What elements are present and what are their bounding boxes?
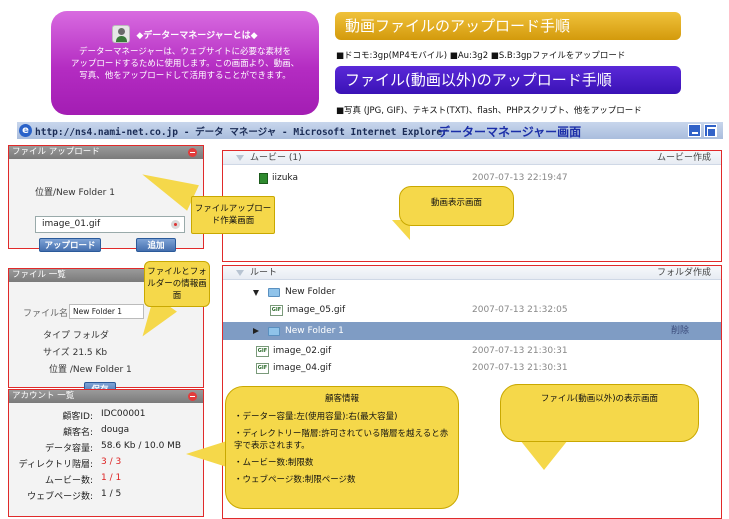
intro-card: ◆データーマネージャーとは◆ データーマネージャーは、ウェブサイトに必要な素材を… bbox=[51, 11, 319, 115]
upload-panel-header: ファイル アップロード bbox=[9, 146, 203, 159]
collapse-icon[interactable] bbox=[188, 148, 197, 157]
account-callout-line: ・ムービー数:制限数 bbox=[234, 458, 314, 468]
account-panel: アカウント 一覧 顧客ID: IDC00001 顧客名: douga データ容量… bbox=[8, 389, 204, 517]
movie-area-callout: 動画表示画面 bbox=[399, 186, 514, 226]
file-info-panel-title: ファイル 一覧 bbox=[12, 270, 66, 280]
upload-panel-title: ファイル アップロード bbox=[12, 147, 100, 157]
file-name-input[interactable]: New Folder 1 bbox=[69, 304, 144, 319]
account-callout-line: ・ウェブページ数:制限ページ数 bbox=[234, 475, 356, 485]
folder-row-selected[interactable]: New Folder 1 削除 bbox=[223, 322, 721, 340]
account-info-callout: 顧客情報 ・データー容量:左(使用容量):右(最大容量) ・ディレクトリー階層:… bbox=[225, 386, 459, 509]
movie-list-title: ムービー (1) bbox=[250, 153, 302, 163]
gif-file-icon: GIF bbox=[270, 305, 283, 316]
create-folder-link[interactable]: フォルダ作成 bbox=[657, 266, 711, 280]
collapse-icon[interactable] bbox=[188, 392, 197, 401]
account-panel-title: アカウント 一覧 bbox=[12, 391, 75, 401]
customer-id-label: 顧客ID: bbox=[62, 412, 93, 422]
folder-name: New Folder bbox=[285, 287, 336, 297]
file-type-line: タイプ フォルダ bbox=[43, 331, 109, 341]
clear-icon[interactable] bbox=[171, 220, 180, 229]
data-capacity-value: 58.6 Kb / 10.0 MB bbox=[101, 441, 182, 451]
file-name: image_05.gif bbox=[287, 305, 346, 315]
webpage-count-value: 1 / 5 bbox=[101, 489, 122, 499]
upload-location: 位置/New Folder 1 bbox=[35, 188, 115, 198]
upload-file-input[interactable]: image_01.gif bbox=[35, 216, 185, 233]
intro-line: 写真、他をアップロードして活用することができます。 bbox=[79, 71, 291, 81]
file-date: 2007-07-13 21:32:05 bbox=[472, 305, 568, 315]
browser-icon: e bbox=[19, 124, 32, 137]
folder-name: New Folder 1 bbox=[285, 326, 344, 336]
movie-file-icon bbox=[259, 173, 268, 184]
movie-upload-note: ■ドコモ:3gp(MP4モバイル) ■Au:3g2 ■S.B:3gpファイルをア… bbox=[336, 51, 626, 61]
directory-depth-value: 3 / 3 bbox=[101, 457, 122, 467]
folder-icon bbox=[268, 288, 280, 297]
account-callout-title: 顧客情報 bbox=[324, 394, 359, 404]
user-avatar-icon bbox=[112, 25, 131, 43]
movie-count-value: 1 / 1 bbox=[101, 473, 122, 483]
account-callout-line: ・データー容量:左(使用容量):右(最大容量) bbox=[234, 412, 398, 422]
movie-row[interactable]: iizuka 2007-07-13 22:19:47 bbox=[223, 171, 721, 186]
directory-depth-label: ディレクトリ階層: bbox=[18, 460, 93, 470]
movie-list-header: ムービー (1) ムービー作成 bbox=[223, 151, 721, 165]
folder-row[interactable]: New Folder bbox=[223, 285, 721, 300]
callout-pointer bbox=[186, 440, 230, 468]
gif-file-icon: GIF bbox=[256, 363, 269, 374]
file-date: 2007-07-13 21:30:31 bbox=[472, 363, 568, 373]
movie-name: iizuka bbox=[272, 173, 298, 183]
file-name: image_02.gif bbox=[273, 346, 332, 356]
intro-body: データーマネージャーは、ウェブサイトに必要な素材を アップロードするために使用し… bbox=[61, 46, 309, 82]
collapse-arrow-icon[interactable] bbox=[236, 155, 244, 161]
movie-date: 2007-07-13 22:19:47 bbox=[472, 173, 568, 183]
callout-pointer bbox=[520, 440, 568, 470]
maximize-button[interactable] bbox=[704, 124, 717, 137]
movie-count-label: ムービー数: bbox=[44, 476, 93, 486]
intro-line: アップロードするために使用します。この画面より、動画、 bbox=[70, 59, 300, 69]
file-upload-procedure-link[interactable]: ファイル(動画以外)のアップロード手順 bbox=[335, 66, 681, 94]
intro-title: ◆データーマネージャーとは◆ bbox=[136, 30, 258, 41]
create-movie-link[interactable]: ムービー作成 bbox=[657, 151, 711, 165]
upload-area-callout: ファイルアップロード作業画面 bbox=[191, 196, 275, 234]
file-location-line: 位置 /New Folder 1 bbox=[49, 365, 132, 375]
data-capacity-label: データ容量: bbox=[44, 444, 93, 454]
file-row[interactable]: GIF image_02.gif 2007-07-13 21:30:31 bbox=[223, 344, 721, 359]
upload-button[interactable]: アップロード bbox=[39, 238, 101, 252]
folder-icon bbox=[268, 327, 280, 336]
window-titlebar: e http://ns4.nami-net.co.jp - データ マネージャ … bbox=[17, 122, 723, 139]
file-area-callout: ファイル(動画以外)の表示画面 bbox=[500, 384, 699, 442]
file-row[interactable]: GIF image_04.gif 2007-07-13 21:30:31 bbox=[223, 361, 721, 376]
customer-name-label: 顧客名: bbox=[62, 428, 93, 438]
expand-right-icon[interactable] bbox=[253, 328, 259, 334]
account-callout-line: ・ディレクトリー階層:許可されている階層を越えると赤字で表示されます。 bbox=[234, 429, 449, 451]
file-name-label: ファイル名 bbox=[23, 309, 69, 319]
file-list-title: ルート bbox=[250, 268, 278, 278]
info-area-callout: ファイルとフォルダーの情報画面 bbox=[144, 261, 210, 307]
file-upload-note: ■写真 (JPG, GIF)、テキスト(TXT)、flash、PHPスクリプト、… bbox=[336, 106, 642, 116]
intro-line: データーマネージャーは、ウェブサイトに必要な素材を bbox=[79, 47, 291, 57]
intro-title-row: ◆データーマネージャーとは◆ bbox=[61, 25, 309, 43]
file-name: image_04.gif bbox=[273, 363, 332, 373]
file-date: 2007-07-13 21:30:31 bbox=[472, 346, 568, 356]
customer-name-value: douga bbox=[101, 425, 130, 435]
webpage-count-label: ウェブページ数: bbox=[27, 492, 93, 502]
screen-caption: データーマネージャー画面 bbox=[438, 125, 582, 139]
expand-down-icon[interactable] bbox=[253, 290, 259, 296]
account-panel-body: 顧客ID: IDC00001 顧客名: douga データ容量: 58.6 Kb… bbox=[9, 403, 203, 516]
collapse-arrow-icon[interactable] bbox=[236, 270, 244, 276]
file-row[interactable]: GIF image_05.gif 2007-07-13 21:32:05 bbox=[223, 303, 721, 318]
window-title: http://ns4.nami-net.co.jp - データ マネージャ - … bbox=[35, 126, 448, 138]
file-list-header: ルート フォルダ作成 bbox=[223, 266, 721, 280]
account-panel-header: アカウント 一覧 bbox=[9, 390, 203, 403]
minimize-button[interactable] bbox=[688, 124, 701, 137]
delete-link[interactable]: 削除 bbox=[671, 322, 689, 340]
upload-file-value: image_01.gif bbox=[42, 219, 101, 229]
customer-id-value: IDC00001 bbox=[101, 409, 146, 419]
file-size-line: サイズ 21.5 Kb bbox=[43, 348, 108, 358]
movie-upload-procedure-link[interactable]: 動画ファイルのアップロード手順 bbox=[335, 12, 681, 40]
add-button[interactable]: 追加 bbox=[136, 238, 176, 252]
gif-file-icon: GIF bbox=[256, 346, 269, 357]
